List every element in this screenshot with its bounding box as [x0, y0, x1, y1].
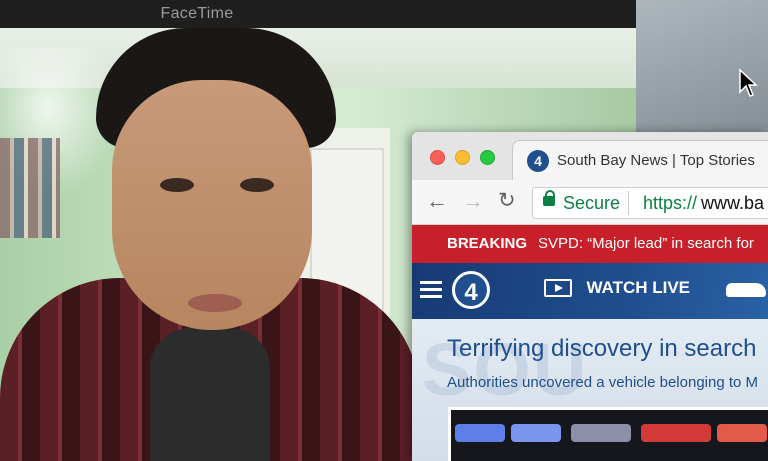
url-divider: [628, 191, 629, 215]
mouth: [188, 294, 242, 312]
secure-label: Secure: [563, 193, 621, 213]
police-light-red: [641, 424, 711, 442]
breaking-tag: BREAKING: [447, 235, 528, 252]
watch-live-label: WATCH LIVE: [586, 278, 691, 297]
right-eye: [240, 178, 274, 192]
tab-favicon-icon: 4: [527, 150, 549, 172]
browser-tab[interactable]: 4 South Bay News | Top Stories: [512, 140, 768, 181]
browser-toolbar: ← → ↻ Secure https:// www.ba: [412, 180, 768, 225]
article-subhead: Authorities uncovered a vehicle belongin…: [447, 374, 759, 391]
police-light-red: [717, 424, 767, 442]
window-close-button[interactable]: [430, 150, 445, 165]
article-headline[interactable]: Terrifying discovery in search: [447, 335, 756, 363]
browser-window: 4 South Bay News | Top Stories ← → ↻ Sec…: [412, 132, 768, 461]
police-light-blue: [511, 424, 561, 442]
hamburger-icon[interactable]: [420, 281, 442, 299]
car-icon[interactable]: [726, 283, 766, 297]
play-icon: [544, 279, 572, 297]
tshirt: [150, 328, 270, 461]
left-eye: [160, 178, 194, 192]
window-maximize-button[interactable]: [480, 150, 495, 165]
wall-photos: [0, 138, 60, 238]
url-host: www.ba: [701, 193, 765, 213]
site-logo[interactable]: 4: [452, 271, 490, 309]
forward-icon[interactable]: →: [462, 188, 484, 214]
person-face: [112, 80, 312, 330]
police-lightbar: [571, 424, 631, 442]
breaking-headline[interactable]: SVPD: “Major lead” in search for: [538, 235, 754, 252]
article-image[interactable]: [448, 407, 768, 461]
watch-live-button[interactable]: WATCH LIVE: [544, 278, 690, 304]
window-minimize-button[interactable]: [455, 150, 470, 165]
browser-tab-bar: 4 South Bay News | Top Stories: [412, 132, 768, 181]
lock-icon: [543, 190, 555, 206]
article-area: SOU Terrifying discovery in search Autho…: [412, 319, 768, 461]
site-navigation: 4 WATCH LIVE: [412, 263, 768, 319]
url-scheme: https://: [643, 193, 698, 213]
back-icon[interactable]: ←: [426, 188, 448, 214]
tab-title: South Bay News | Top Stories: [557, 152, 755, 169]
facetime-title: FaceTime: [160, 5, 234, 22]
reload-icon[interactable]: ↻: [498, 188, 516, 213]
breaking-news-banner[interactable]: BREAKING SVPD: “Major lead” in search fo…: [412, 225, 768, 263]
police-light-blue: [455, 424, 505, 442]
mouse-cursor-icon: [739, 68, 758, 97]
facetime-titlebar[interactable]: FaceTime: [0, 0, 636, 29]
address-bar[interactable]: Secure https:// www.ba: [532, 187, 768, 219]
